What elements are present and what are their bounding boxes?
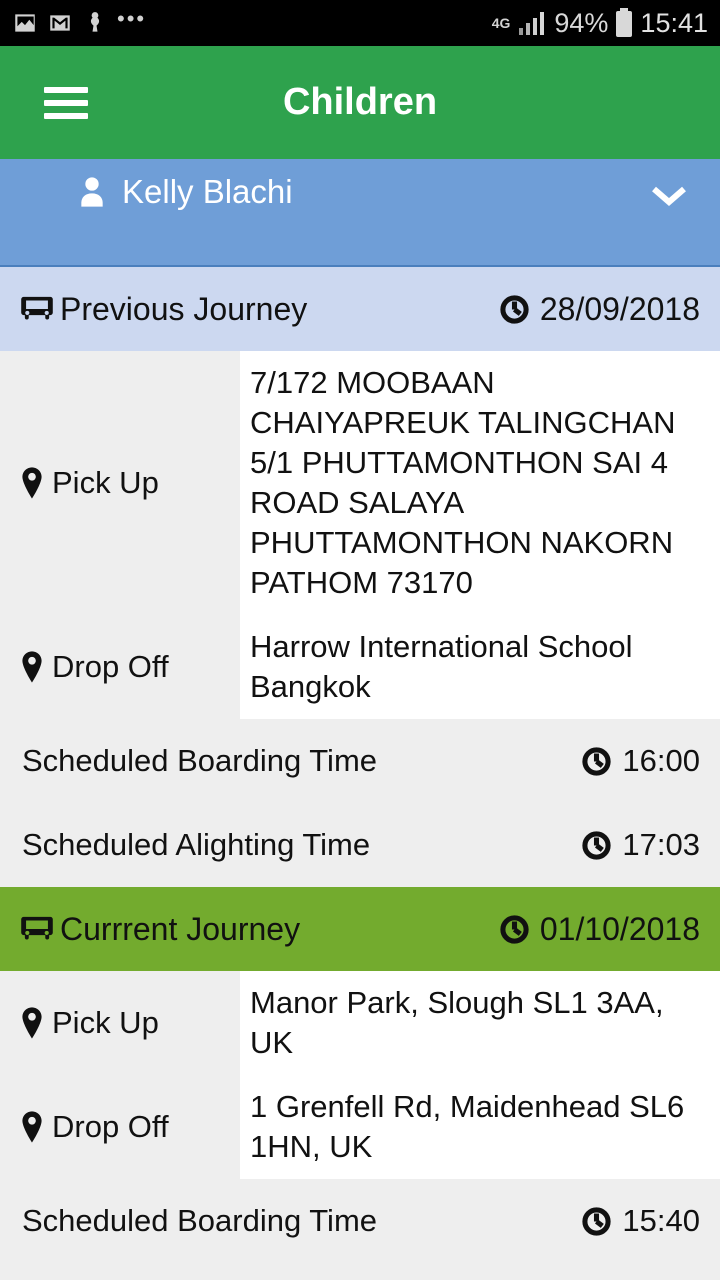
app-screen: ••• 4G 94% 15:41 Children Kelly Blachi P… bbox=[0, 0, 720, 1280]
current-journey-addresses: Pick Up Manor Park, Slough SL1 3AA, UK D… bbox=[0, 971, 720, 1179]
more-icon: ••• bbox=[117, 5, 147, 31]
current-dropoff-row: Drop Off 1 Grenfell Rd, Maidenhead SL6 1… bbox=[0, 1075, 720, 1179]
battery-percent-label: 94% bbox=[554, 7, 609, 38]
current-boarding-row: Scheduled Boarding Time 15:40 bbox=[0, 1179, 720, 1263]
previous-pickup-label: Pick Up bbox=[52, 465, 159, 500]
previous-journey-date-group: 28/09/2018 bbox=[500, 291, 700, 328]
battery-icon bbox=[616, 8, 633, 37]
previous-journey-header[interactable]: Previous Journey 28/09/2018 bbox=[0, 267, 720, 351]
clock-icon bbox=[582, 746, 612, 776]
figure-icon bbox=[90, 12, 100, 32]
current-dropoff-label: Drop Off bbox=[52, 1109, 169, 1144]
gmail-icon bbox=[50, 15, 70, 31]
previous-alighting-value-group: 17:03 bbox=[582, 827, 700, 863]
child-selector-content: Kelly Blachi bbox=[78, 173, 293, 211]
previous-journey-date: 28/09/2018 bbox=[539, 290, 700, 327]
clock-icon bbox=[500, 294, 529, 324]
child-selector[interactable]: Kelly Blachi bbox=[0, 159, 720, 267]
network-type-label: 4G bbox=[491, 15, 511, 31]
current-pickup-label-cell: Pick Up bbox=[0, 971, 240, 1075]
current-boarding-value-group: 15:40 bbox=[582, 1203, 700, 1239]
bus-icon bbox=[21, 296, 53, 320]
location-pin-icon bbox=[22, 1007, 42, 1039]
previous-pickup-row: Pick Up 7/172 MOOBAAN CHAIYAPREUK TALING… bbox=[0, 351, 720, 615]
clock-icon bbox=[582, 1206, 612, 1236]
location-pin-icon bbox=[22, 651, 42, 683]
previous-alighting-time: 17:03 bbox=[622, 827, 700, 862]
previous-boarding-time: 16:00 bbox=[622, 743, 700, 778]
previous-dropoff-label-cell: Drop Off bbox=[0, 615, 240, 719]
current-journey-date: 01/10/2018 bbox=[539, 910, 700, 947]
page-title: Children bbox=[282, 81, 438, 123]
signal-bars-icon bbox=[519, 12, 545, 35]
clock-icon bbox=[582, 830, 612, 860]
previous-boarding-row: Scheduled Boarding Time 16:00 bbox=[0, 719, 720, 803]
status-bar: ••• 4G 94% 15:41 bbox=[0, 0, 720, 46]
child-name-label: Kelly Blachi bbox=[122, 173, 293, 210]
image-icon bbox=[15, 14, 35, 32]
previous-alighting-row: Scheduled Alighting Time 17:03 bbox=[0, 803, 720, 887]
current-pickup-label: Pick Up bbox=[52, 1005, 159, 1040]
location-pin-icon bbox=[22, 467, 42, 499]
previous-boarding-value-group: 16:00 bbox=[582, 743, 700, 779]
current-pickup-row: Pick Up Manor Park, Slough SL1 3AA, UK bbox=[0, 971, 720, 1075]
previous-journey-title-group: Previous Journey bbox=[20, 291, 307, 328]
previous-pickup-label-cell: Pick Up bbox=[0, 351, 240, 615]
clock-time-label: 15:41 bbox=[640, 7, 708, 38]
current-boarding-label: Scheduled Boarding Time bbox=[22, 1203, 378, 1238]
previous-pickup-value: 7/172 MOOBAAN CHAIYAPREUK TALINGCHAN 5/1… bbox=[240, 351, 720, 615]
current-boarding-time: 15:40 bbox=[622, 1203, 700, 1238]
hamburger-menu-icon[interactable] bbox=[44, 80, 88, 126]
previous-boarding-label: Scheduled Boarding Time bbox=[22, 743, 378, 778]
current-dropoff-value: 1 Grenfell Rd, Maidenhead SL6 1HN, UK bbox=[240, 1075, 720, 1179]
previous-journey-label: Previous Journey bbox=[60, 290, 308, 327]
current-journey-title-group: Currrent Journey bbox=[20, 911, 300, 948]
bus-icon bbox=[21, 916, 53, 940]
current-journey-date-group: 01/10/2018 bbox=[500, 911, 700, 948]
person-icon bbox=[81, 177, 103, 207]
current-alighting-row: Scheduled Alighting Time 16:07 bbox=[0, 1263, 720, 1280]
status-bar-notifications: ••• bbox=[12, 5, 147, 36]
chevron-down-icon[interactable] bbox=[648, 181, 690, 209]
status-bar-system: 4G 94% 15:41 bbox=[492, 8, 708, 39]
previous-dropoff-row: Drop Off Harrow International School Ban… bbox=[0, 615, 720, 719]
current-pickup-value: Manor Park, Slough SL1 3AA, UK bbox=[240, 971, 720, 1075]
current-journey-label: Currrent Journey bbox=[60, 910, 301, 947]
clock-icon bbox=[500, 914, 529, 944]
previous-alighting-label: Scheduled Alighting Time bbox=[22, 827, 371, 862]
current-journey-header[interactable]: Currrent Journey 01/10/2018 bbox=[0, 887, 720, 971]
previous-dropoff-label: Drop Off bbox=[52, 649, 169, 684]
app-bar: Children bbox=[0, 46, 720, 159]
previous-dropoff-value: Harrow International School Bangkok bbox=[240, 615, 720, 719]
location-pin-icon bbox=[22, 1111, 42, 1143]
current-dropoff-label-cell: Drop Off bbox=[0, 1075, 240, 1179]
previous-journey-addresses: Pick Up 7/172 MOOBAAN CHAIYAPREUK TALING… bbox=[0, 351, 720, 719]
